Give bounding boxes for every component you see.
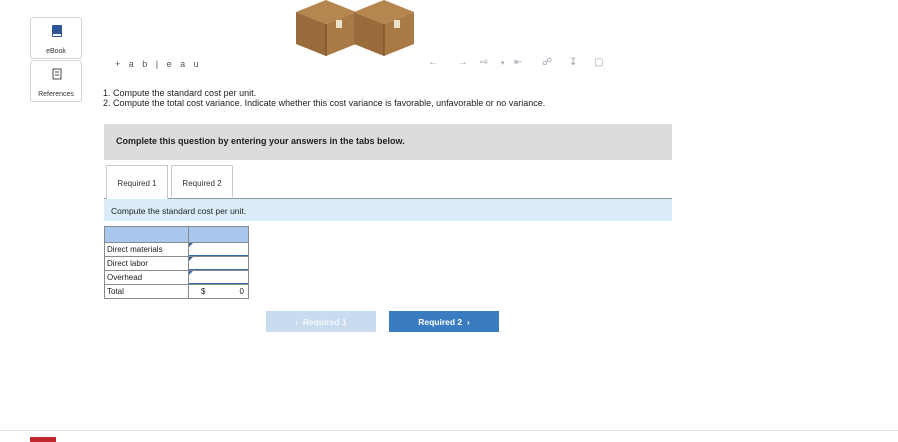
next-required-label: Required 2: [418, 317, 463, 327]
back-arrow-icon[interactable]: ←: [428, 57, 438, 68]
total-cell: $ 0: [188, 284, 249, 299]
first-page-icon[interactable]: ⇤: [514, 57, 522, 68]
footer-logo-mark: [30, 437, 56, 442]
chevron-left-icon: ‹: [295, 317, 299, 327]
references-label: References: [38, 91, 74, 98]
tab-instruction: Compute the standard cost per unit.: [104, 199, 672, 221]
row-label-direct-materials: Direct materials: [104, 242, 189, 257]
document-icon: [52, 68, 62, 80]
network-icon[interactable]: ☍: [542, 57, 552, 68]
table-row: Total $ 0: [104, 284, 249, 299]
tab-bar: Required 1 Required 2: [104, 165, 672, 199]
share-icon[interactable]: ⇨: [480, 57, 488, 68]
total-currency: $: [201, 287, 206, 296]
ebook-button[interactable]: eBook: [30, 17, 82, 59]
fullscreen-icon[interactable]: ▢: [594, 57, 603, 68]
instructions: 1. Compute the standard cost per unit. 2…: [103, 88, 545, 108]
book-icon: [52, 25, 62, 37]
tableau-logo[interactable]: + a b | e a u: [115, 59, 202, 69]
chevron-down-icon[interactable]: ▾: [501, 59, 505, 67]
total-value: 0: [239, 287, 244, 296]
header-cell: [104, 226, 189, 243]
table-row: Direct labor: [104, 256, 249, 271]
table-row: Overhead: [104, 270, 249, 285]
instruction-2: 2. Compute the total cost variance. Indi…: [103, 98, 546, 108]
next-required-button[interactable]: Required 2 ›: [389, 311, 499, 332]
row-label-overhead: Overhead: [104, 270, 189, 285]
overhead-input[interactable]: [189, 271, 248, 284]
question-banner: Complete this question by entering your …: [104, 124, 672, 160]
tableau-logo-text: + a b | e a u: [115, 59, 202, 69]
standard-cost-table: Direct materials Direct labor Overhead T…: [104, 226, 249, 299]
row-label-total: Total: [104, 284, 189, 299]
row-label-direct-labor: Direct labor: [104, 256, 189, 271]
prev-required-button[interactable]: ‹ Required 1: [266, 311, 376, 332]
input-flag-icon: [189, 271, 193, 275]
tab-instruction-text: Compute the standard cost per unit.: [111, 206, 247, 216]
download-icon[interactable]: ↧: [569, 57, 577, 68]
boxes-illustration: [296, 0, 414, 56]
input-flag-icon: [189, 243, 193, 247]
direct-labor-cell: [188, 256, 249, 271]
direct-materials-input[interactable]: [189, 243, 248, 256]
table-row: Direct materials: [104, 242, 249, 257]
table-header-row: [104, 226, 249, 243]
tab-required-2[interactable]: Required 2: [171, 165, 233, 197]
footer-divider: [0, 430, 898, 431]
instruction-1: 1. Compute the standard cost per unit.: [103, 88, 257, 98]
input-flag-icon: [189, 257, 193, 261]
header-cell: [188, 226, 249, 243]
direct-labor-input[interactable]: [189, 257, 248, 270]
references-button[interactable]: References: [30, 60, 82, 102]
forward-arrow-icon[interactable]: →: [458, 57, 468, 68]
direct-materials-cell: [188, 242, 249, 257]
prev-required-label: Required 1: [302, 317, 347, 327]
ebook-label: eBook: [46, 48, 66, 55]
chevron-right-icon: ›: [466, 317, 470, 327]
tab-required-1[interactable]: Required 1: [106, 165, 168, 199]
overhead-cell: [188, 270, 249, 285]
banner-text: Complete this question by entering your …: [116, 136, 405, 146]
